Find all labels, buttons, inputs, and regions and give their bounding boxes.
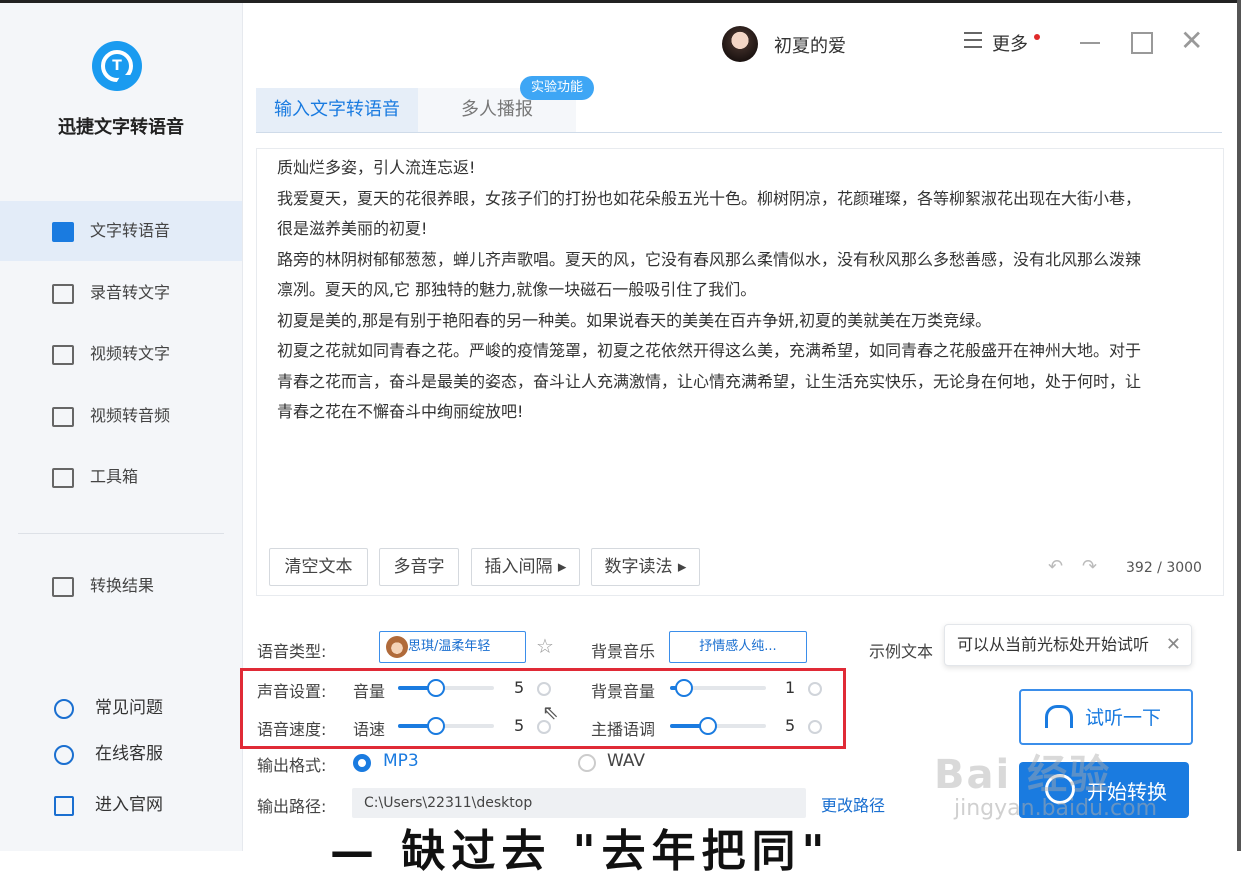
close-icon[interactable]: ✕ (1180, 26, 1203, 56)
format-mp3-radio[interactable] (353, 754, 371, 772)
editor-line: 青春之花而言，奋斗是最美的姿态，奋斗让人充满激情，让心情充满希望，让生活充实快乐… (277, 371, 1142, 391)
avatar[interactable] (722, 26, 758, 62)
watermark-url: jingyan.baidu.com (954, 796, 1158, 821)
editor-line: 初夏之花就如同青春之花。严峻的疫情笼罩，初夏之花依然开得这么美，充满希望，如同青… (277, 341, 1142, 360)
faq-link[interactable]: 常见问题 (0, 693, 242, 723)
menu-icon[interactable] (964, 32, 982, 48)
editor-line: 凛冽。夏天的风,它 那独特的魅力,就像一块磁石一般吸引住了我们。 (277, 280, 757, 299)
headset-icon (54, 745, 74, 765)
format-wav-radio[interactable] (578, 754, 596, 772)
bgm-select-button[interactable]: 抒情感人纯... (669, 631, 807, 663)
path-label: 输出路径: (257, 797, 327, 816)
number-reading-button[interactable]: 数字读法 ▸ (591, 548, 700, 586)
maximize-icon[interactable] (1131, 32, 1153, 54)
voice-name: 思琪/温柔年轻 (408, 639, 491, 654)
app-name: 迅捷文字转语音 (58, 117, 184, 138)
text-editor[interactable]: 质灿烂多姿，引人流连忘返! 我爱夏天，夏天的花很养眼，女孩子们的打扮也如花朵般五… (256, 148, 1224, 596)
format-mp3-label[interactable]: MP3 (383, 751, 419, 771)
listen-button[interactable]: 试听一下 (1019, 689, 1193, 745)
mouse-cursor-icon: ⇖ (542, 700, 559, 724)
sample-text-label[interactable]: 示例文本 (869, 638, 933, 662)
sidebar-item-audio-to-text[interactable]: 录音转文字 (0, 263, 242, 323)
editor-text[interactable]: 质灿烂多姿，引人流连忘返! 我爱夏天，夏天的花很养眼，女孩子们的打扮也如花朵般五… (277, 153, 1217, 428)
editor-line: 质灿烂多姿，引人流连忘返! (277, 158, 476, 177)
tooltip-close-icon[interactable]: ✕ (1166, 625, 1181, 665)
voice-select-button[interactable]: 思琪/温柔年轻 (379, 631, 526, 663)
overlay-caption: — 缺过去 "去年把同" (330, 826, 831, 877)
app-logo-icon: T (92, 41, 142, 91)
output-path-field[interactable]: C:\Users\22311\desktop (352, 788, 806, 818)
sample-tooltip: 可以从当前光标处开始试听 ✕ (944, 624, 1192, 666)
output-path-value: C:\Users\22311\desktop (364, 795, 533, 811)
change-path-link[interactable]: 更改路径 (821, 792, 885, 816)
tab-text-to-speech[interactable]: 输入文字转语音 (256, 88, 418, 132)
tooltip-text: 可以从当前光标处开始试听 (957, 635, 1150, 654)
sidebar-item-toolbox[interactable]: 工具箱 (0, 447, 242, 507)
undo-icon[interactable]: ↶ (1048, 556, 1063, 577)
clear-text-button[interactable]: 清空文本 (269, 548, 368, 586)
sidebar-item-video-to-audio[interactable]: 视频转音频 (0, 386, 242, 446)
sidebar-item-video-to-text[interactable]: 视频转文字 (0, 324, 242, 384)
minimize-icon[interactable] (1080, 42, 1100, 44)
video-to-text-icon (52, 345, 74, 365)
sidebar-divider (18, 533, 224, 534)
redo-icon[interactable]: ↷ (1082, 556, 1097, 577)
editor-line: 很是滋养美丽的初夏! (277, 219, 428, 238)
bgm-label: 背景音乐 (591, 642, 656, 661)
more-button[interactable]: 更多 (992, 30, 1028, 56)
watermark-logo: Bai 经验 (934, 752, 1112, 798)
question-icon (54, 699, 74, 719)
sidebar-item-results[interactable]: 转换结果 (0, 556, 242, 616)
tab-underline (256, 132, 1222, 133)
headphones-icon (1045, 705, 1073, 728)
username[interactable]: 初夏的爱 (774, 32, 846, 58)
results-icon (52, 577, 74, 597)
format-label: 输出格式: (257, 756, 327, 775)
notification-dot (1034, 34, 1040, 40)
sidebar-item-text-to-speech[interactable]: 文字转语音 (0, 201, 242, 261)
editor-line: 青春之花在不懈奋斗中绚丽绽放吧! (277, 402, 524, 421)
format-wav-label[interactable]: WAV (607, 751, 645, 771)
text-to-speech-icon (52, 222, 74, 242)
polyphone-button[interactable]: 多音字 (379, 548, 459, 586)
editor-line: 我爱夏天，夏天的花很养眼，女孩子们的打扮也如花朵般五光十色。柳树阴凉，花颜璀璨，… (277, 188, 1142, 208)
toolbox-icon (52, 468, 74, 488)
experimental-badge: 实验功能 (520, 76, 594, 100)
editor-line: 初夏是美的,那是有别于艳阳春的另一种美。如果说春天的美美在百卉争妍,初夏的美就美… (277, 310, 992, 330)
voice-type-label: 语音类型: (257, 642, 327, 661)
official-site-link[interactable]: 进入官网 (0, 790, 242, 820)
sidebar: T 迅捷文字转语音 文字转语音 录音转文字 视频转文字 视频转音频 工具箱 转换… (0, 3, 243, 851)
monitor-icon (54, 796, 74, 816)
customer-service-link[interactable]: 在线客服 (0, 739, 242, 769)
window-right-edge (1237, 0, 1241, 851)
editor-line: 路旁的林阴树郁郁葱葱，蝉儿齐声歌唱。夏天的风，它没有春风那么柔情似水，没有秋风那… (277, 249, 1142, 269)
favorite-star-icon[interactable]: ☆ (536, 634, 554, 658)
insert-pause-button[interactable]: 插入间隔 ▸ (471, 548, 580, 586)
char-count: 392 / 3000 (1126, 560, 1202, 576)
audio-to-text-icon (52, 284, 74, 304)
video-to-audio-icon (52, 407, 74, 427)
voice-avatar-icon (386, 636, 408, 658)
